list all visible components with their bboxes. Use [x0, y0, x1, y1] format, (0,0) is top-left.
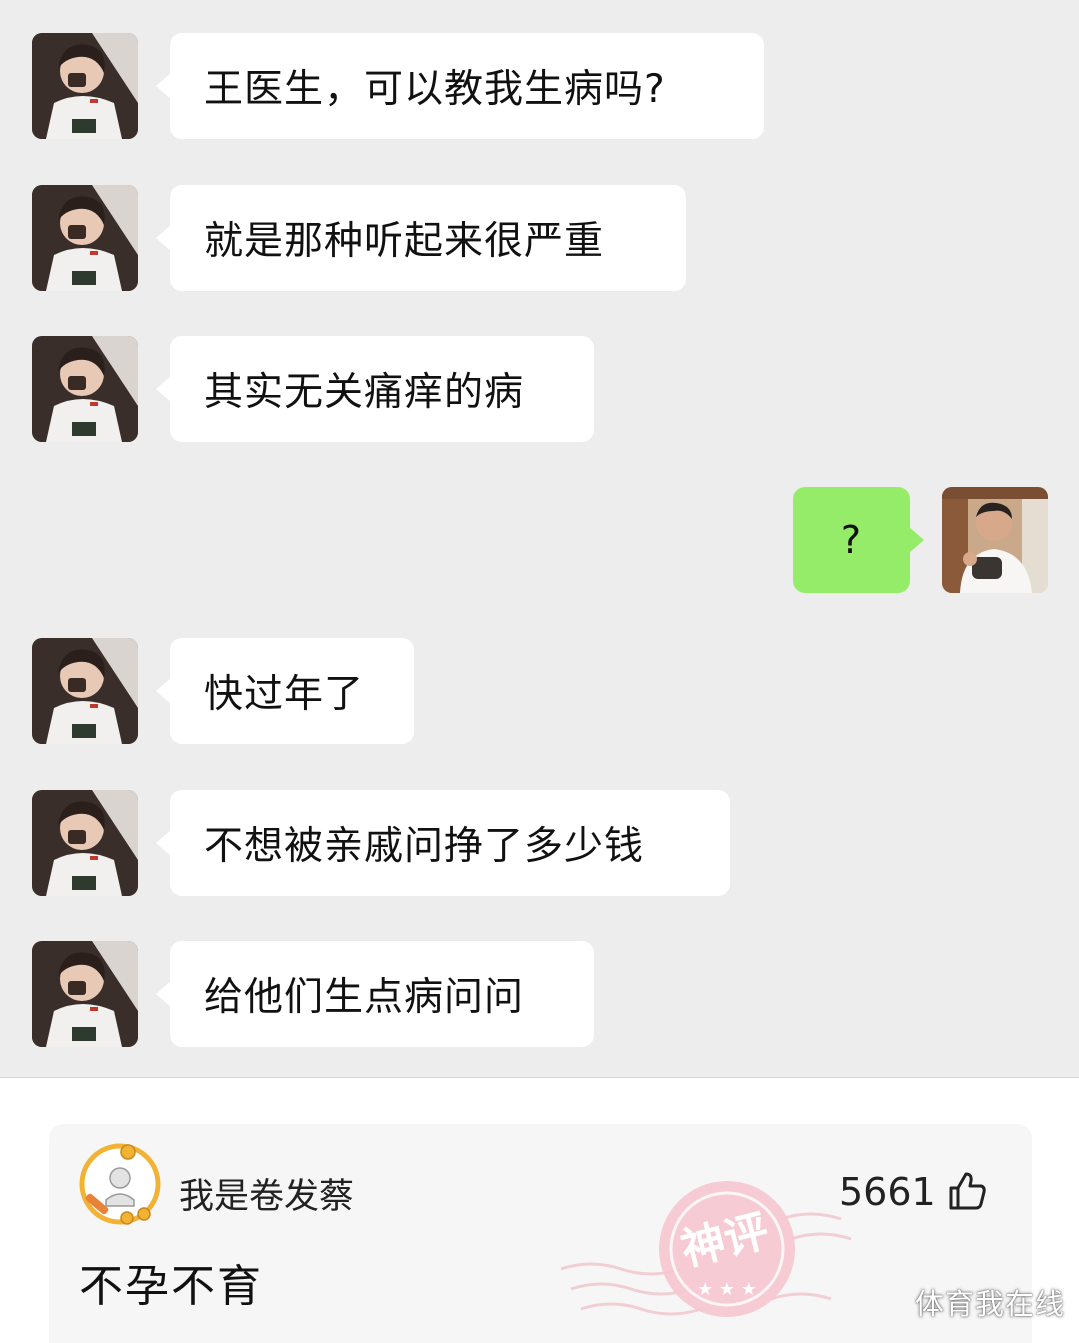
child-photo-icon: [32, 790, 138, 896]
child-photo-icon: [32, 33, 138, 139]
like-count: 5661: [839, 1170, 936, 1214]
contact-avatar[interactable]: [32, 790, 138, 896]
contact-avatar[interactable]: [32, 185, 138, 291]
message-text: 给他们生点病问问: [204, 975, 525, 1020]
svg-text:★ ★ ★: ★ ★ ★: [697, 1279, 757, 1300]
contact-avatar[interactable]: [32, 33, 138, 139]
child-photo-icon: [32, 185, 138, 291]
message-text: 快过年了: [204, 672, 365, 717]
message-bubble[interactable]: ?: [793, 487, 924, 593]
message-bubble[interactable]: 王医生，可以教我生病吗?: [156, 33, 764, 139]
message-text: 就是那种听起来很严重: [204, 219, 605, 264]
message-bubble[interactable]: 其实无关痛痒的病: [156, 336, 594, 442]
watermark: 体育我在线: [914, 1287, 1065, 1321]
man-photo-icon: [942, 487, 1048, 593]
message-text: 不想被亲戚问挣了多少钱: [204, 824, 645, 869]
message-text: 其实无关痛痒的病: [204, 370, 525, 415]
contact-avatar[interactable]: [32, 336, 138, 442]
thumbs-up-icon[interactable]: [947, 1171, 987, 1211]
child-photo-icon: [32, 638, 138, 744]
message-bubble[interactable]: 给他们生点病问问: [156, 941, 594, 1047]
comment-card: 神评 ★ ★ ★ 我是卷发蔡 5661 不孕不育: [49, 1124, 1032, 1343]
chat-area: 王医生，可以教我生病吗? 就是那种听起来很严重 其实无关痛痒的病 ? 快过年了 …: [0, 0, 1079, 1078]
commenter-avatar[interactable]: [78, 1142, 162, 1226]
avatar-frame-icon: [79, 1143, 161, 1225]
top-comment-stamp-icon: 神评 ★ ★ ★: [560, 1181, 852, 1317]
contact-avatar[interactable]: [32, 941, 138, 1047]
user-avatar[interactable]: [942, 487, 1048, 593]
message-bubble[interactable]: 快过年了: [156, 638, 414, 744]
child-photo-icon: [32, 336, 138, 442]
child-photo-icon: [32, 941, 138, 1047]
commenter-name[interactable]: 我是卷发蔡: [179, 1168, 354, 1219]
message-text: 王医生，可以教我生病吗?: [204, 67, 666, 112]
message-bubble[interactable]: 就是那种听起来很严重: [156, 185, 686, 291]
comment-text: 不孕不育: [79, 1261, 263, 1312]
message-bubble[interactable]: 不想被亲戚问挣了多少钱: [156, 790, 730, 896]
contact-avatar[interactable]: [32, 638, 138, 744]
message-text: ?: [840, 518, 863, 562]
